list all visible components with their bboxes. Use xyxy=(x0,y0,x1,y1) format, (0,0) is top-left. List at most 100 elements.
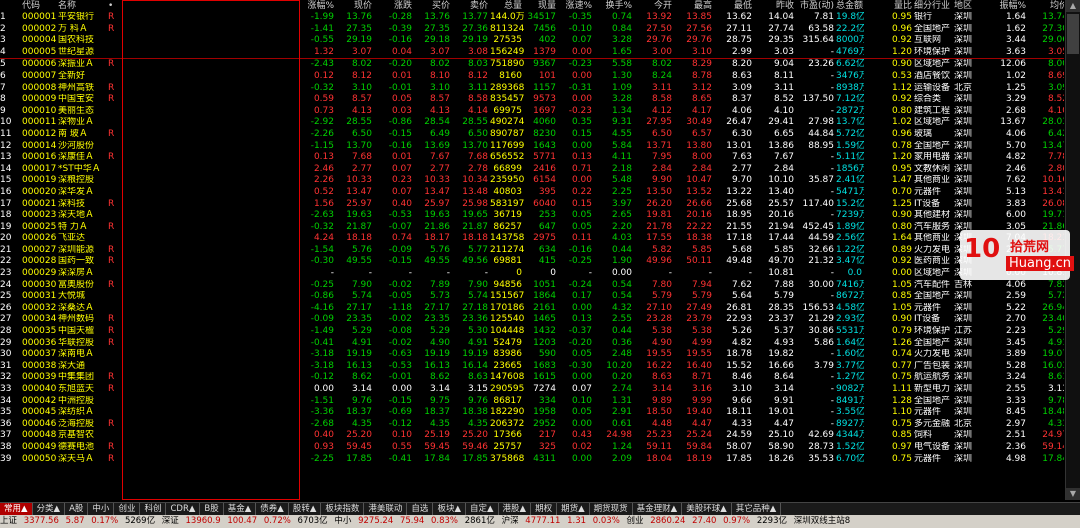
column-header[interactable]: 量比 xyxy=(864,0,914,12)
stock-code: 000035 xyxy=(22,326,57,337)
market-tab[interactable]: CDR▲ xyxy=(166,503,201,515)
column-header[interactable]: 昨收 xyxy=(754,0,796,12)
scroll-thumb[interactable] xyxy=(1067,14,1079,54)
market-tab[interactable]: 板块指数 xyxy=(321,503,365,515)
table-row[interactable]: 17 000021 深科技 R 1.56 25.97 0.40 25.97 25.98 58319… xyxy=(0,199,1064,211)
table-cell: 0.0 xyxy=(847,268,862,279)
table-row[interactable]: 32 000039 中集集团 R -0.12 8.62 -0.01 8.62 8.63 14760… xyxy=(0,372,1064,384)
table-row[interactable]: 35 000045 深纺织Ａ -3.36 18.37 -0.69 18.37 18.38 182… xyxy=(0,407,1064,419)
table-row[interactable]: 15 000019 深粮控股 2.26 10.33 0.23 10.33 10.34 23595… xyxy=(0,175,1064,187)
table-row[interactable]: 8 000009 中国宝安 R 0.59 8.57 0.05 8.57 8.58 835457 95… xyxy=(0,94,1064,106)
column-header[interactable]: 代码 xyxy=(22,0,58,12)
table-row[interactable]: 1 000001 平安银行 R -1.99 13.76 -0.28 13.76 13.77 144… xyxy=(0,12,1064,24)
table-row[interactable]: 5 000006 深振业Ａ R -2.43 8.02 -0.20 8.02 8.03 751890… xyxy=(0,59,1064,71)
column-header[interactable]: 均价 xyxy=(1028,0,1064,12)
table-row[interactable]: 10 000011 深物业Ａ -2.92 28.55 -0.86 28.54 28.55 490… xyxy=(0,117,1064,129)
table-cell: -0.39 xyxy=(388,23,412,34)
table-row[interactable]: 14 000017 *ST中华Ａ 2.46 2.77 0.07 2.77 2.78 66899 2… xyxy=(0,164,1064,176)
column-header[interactable]: 最高 xyxy=(674,0,714,12)
column-header[interactable]: 总量 xyxy=(490,0,524,12)
market-tab[interactable]: 期货现货 xyxy=(590,503,633,515)
table-row[interactable]: 29 000036 华联控股 R -0.41 4.91 -0.02 4.90 4.91 52479… xyxy=(0,338,1064,350)
table-row[interactable]: 7 000008 神州高铁 R -0.32 3.10 -0.01 3.10 3.11 289368… xyxy=(0,83,1064,95)
market-tab[interactable]: 中小 xyxy=(88,503,115,515)
column-header[interactable]: 地区 xyxy=(954,0,996,12)
table-cell: - xyxy=(330,268,334,279)
market-tab[interactable]: 分类▲ xyxy=(33,503,66,515)
market-tab[interactable]: 其它品种▲ xyxy=(732,503,782,515)
market-tab[interactable]: 科创 xyxy=(140,503,167,515)
table-row[interactable]: 25 000031 大悦城 -0.86 5.74 -0.05 5.73 5.74 151567 1… xyxy=(0,291,1064,303)
table-row[interactable]: 20 000026 飞亚达 4.24 18.18 0.74 18.17 18.18 143758… xyxy=(0,233,1064,245)
column-header[interactable]: • xyxy=(108,0,120,12)
table-row[interactable]: 37 000048 京基智农 0.40 25.20 0.10 25.19 25.20 17366… xyxy=(0,430,1064,442)
market-tab[interactable]: 港美联动 xyxy=(364,503,408,515)
column-header[interactable]: 总金额 xyxy=(836,0,864,12)
market-tab[interactable]: 期货▲ xyxy=(557,503,590,515)
column-header[interactable]: 换手% xyxy=(594,0,634,12)
column-header[interactable]: 今开 xyxy=(634,0,674,12)
table-row[interactable]: 24 000030 富奥股份 R -0.25 7.90 -0.02 7.89 7.90 94856… xyxy=(0,280,1064,292)
table-row[interactable]: 9 000010 美丽生态 0.73 4.13 0.03 4.13 4.14 69975 1697… xyxy=(0,106,1064,118)
table-row[interactable]: 22 000028 国药一致 R -0.30 49.55 -0.15 49.55 49.56 69… xyxy=(0,256,1064,268)
market-tab[interactable]: 期权 xyxy=(531,503,558,515)
column-header[interactable]: 现量 xyxy=(524,0,558,12)
table-row[interactable]: 38 000049 德赛电池 R 0.93 59.45 0.55 59.45 59.46 2575… xyxy=(0,442,1064,454)
market-tab[interactable]: 自定▲ xyxy=(466,503,499,515)
column-header[interactable]: 振幅% xyxy=(996,0,1028,12)
table-row[interactable]: 18 000023 深天地Ａ -2.63 19.63 -0.53 19.63 19.65 367… xyxy=(0,210,1064,222)
table-row[interactable]: 28 000035 中国天楹 R -1.49 5.29 -0.08 5.29 5.30 10444… xyxy=(0,326,1064,338)
column-header[interactable]: 涨速% xyxy=(558,0,594,12)
table-cell: 1.60亿 xyxy=(836,349,864,360)
market-tab[interactable]: 常用▲ xyxy=(0,503,33,515)
market-tab[interactable]: 创业 xyxy=(114,503,141,515)
table-row[interactable]: 31 000038 深大通 -3.18 16.13 -0.53 16.13 16.14 2366… xyxy=(0,361,1064,373)
table-row[interactable]: 19 000025 特 力Ａ R -0.32 21.87 -0.07 21.86 21.87 86… xyxy=(0,222,1064,234)
market-tab[interactable]: A股 xyxy=(65,503,89,515)
table-row[interactable]: 4 000005 世纪星源 1.32 3.07 0.04 3.07 3.08 156249 137… xyxy=(0,46,1064,60)
market-tab[interactable]: 板块▲ xyxy=(433,503,466,515)
market-tab[interactable]: 基金理财▲ xyxy=(633,503,683,515)
column-header[interactable]: 细分行业 xyxy=(914,0,954,12)
sz-label: 深证 xyxy=(161,516,179,526)
column-header[interactable]: 卖价 xyxy=(452,0,490,12)
column-header[interactable]: 买价 xyxy=(414,0,452,12)
table-row[interactable]: 21 000027 深圳能源 R -1.54 5.76 -0.09 5.76 5.77 21127… xyxy=(0,245,1064,257)
table-cell: 4.47 xyxy=(691,418,712,429)
table-row[interactable]: 34 000042 中洲控股 -1.51 9.76 -0.15 9.75 9.76 86817 3… xyxy=(0,396,1064,408)
scroll-up-icon[interactable]: ▲ xyxy=(1066,0,1080,12)
scroll-down-icon[interactable]: ▼ xyxy=(1066,488,1080,500)
table-row[interactable]: 6 000007 全新好 0.12 8.12 0.01 8.10 8.12 8160 101 0.0… xyxy=(0,71,1064,83)
table-row[interactable]: 16 000020 深华发Ａ 0.52 13.47 0.07 13.47 13.48 40803… xyxy=(0,187,1064,199)
table-row[interactable]: 3 000004 国农科技 -0.55 29.19 -0.16 29.18 29.19 2753… xyxy=(0,35,1064,47)
column-header[interactable]: 名称 xyxy=(58,0,108,12)
market-tab[interactable]: B股 xyxy=(200,503,224,515)
table-row[interactable]: 13 000016 深康佳Ａ R 0.13 7.68 0.01 7.67 7.68 656552 5… xyxy=(0,152,1064,164)
table-row[interactable]: 23 000029 深深房Ａ - - - - - 0 0 - 0.00 - - - 10.81 - 0.0 0.00… xyxy=(0,268,1064,280)
column-header[interactable]: 市盈(动) xyxy=(796,0,836,12)
market-tab[interactable]: 基金▲ xyxy=(224,503,257,515)
cy-amount: 2293亿 xyxy=(756,516,787,526)
market-tab[interactable]: 美股环球▲ xyxy=(682,503,732,515)
market-tab[interactable]: 股转▲ xyxy=(289,503,322,515)
table-row[interactable]: 30 000037 深南电Ａ -3.18 19.19 -0.63 19.19 19.19 839… xyxy=(0,349,1064,361)
table-cell: - xyxy=(446,268,450,279)
quote-list[interactable]: 代码 名称 • 涨幅% 现价 涨跌 买价 卖价 总量 现量 涨速% 换手% 今开 最高 最低 昨收 市盈(动) 总… xyxy=(0,0,1064,500)
column-header[interactable]: 涨幅% xyxy=(298,0,336,12)
table-row[interactable]: 27 000034 神州数码 R -0.09 23.35 -0.02 23.35 23.36 12… xyxy=(0,314,1064,326)
table-row[interactable]: 33 000040 东旭蓝天 R 0.00 3.14 0.00 3.14 3.15 290595 7… xyxy=(0,384,1064,396)
table-cell: 0.85 xyxy=(891,430,912,441)
table-row[interactable]: 12 000014 沙河股份 -1.15 13.70 -0.16 13.69 13.70 117… xyxy=(0,141,1064,153)
column-header[interactable]: 最低 xyxy=(714,0,754,12)
column-header[interactable]: 涨跌 xyxy=(374,0,414,12)
table-cell: - xyxy=(830,372,834,383)
table-row[interactable]: 36 000046 泛海控股 R -2.68 4.35 -0.12 4.35 4.35 20637… xyxy=(0,419,1064,431)
table-row[interactable]: 2 000002 万 科Ａ R -1.41 27.35 -0.39 27.35 27.36 811… xyxy=(0,24,1064,36)
table-row[interactable]: 26 000032 深桑达Ａ -4.16 27.17 -1.18 27.17 27.18 170… xyxy=(0,303,1064,315)
market-tab[interactable]: 自选 xyxy=(407,503,434,515)
column-header[interactable]: 现价 xyxy=(336,0,374,12)
market-tab[interactable]: 债券▲ xyxy=(256,503,289,515)
table-row[interactable]: 11 000012 南 玻Ａ R -2.26 6.50 -0.15 6.49 6.50 89078… xyxy=(0,129,1064,141)
table-row[interactable]: 39 000050 深天马Ａ R -2.25 17.85 -0.41 17.84 17.85 37… xyxy=(0,454,1064,466)
market-tab[interactable]: 港股▲ xyxy=(499,503,532,515)
